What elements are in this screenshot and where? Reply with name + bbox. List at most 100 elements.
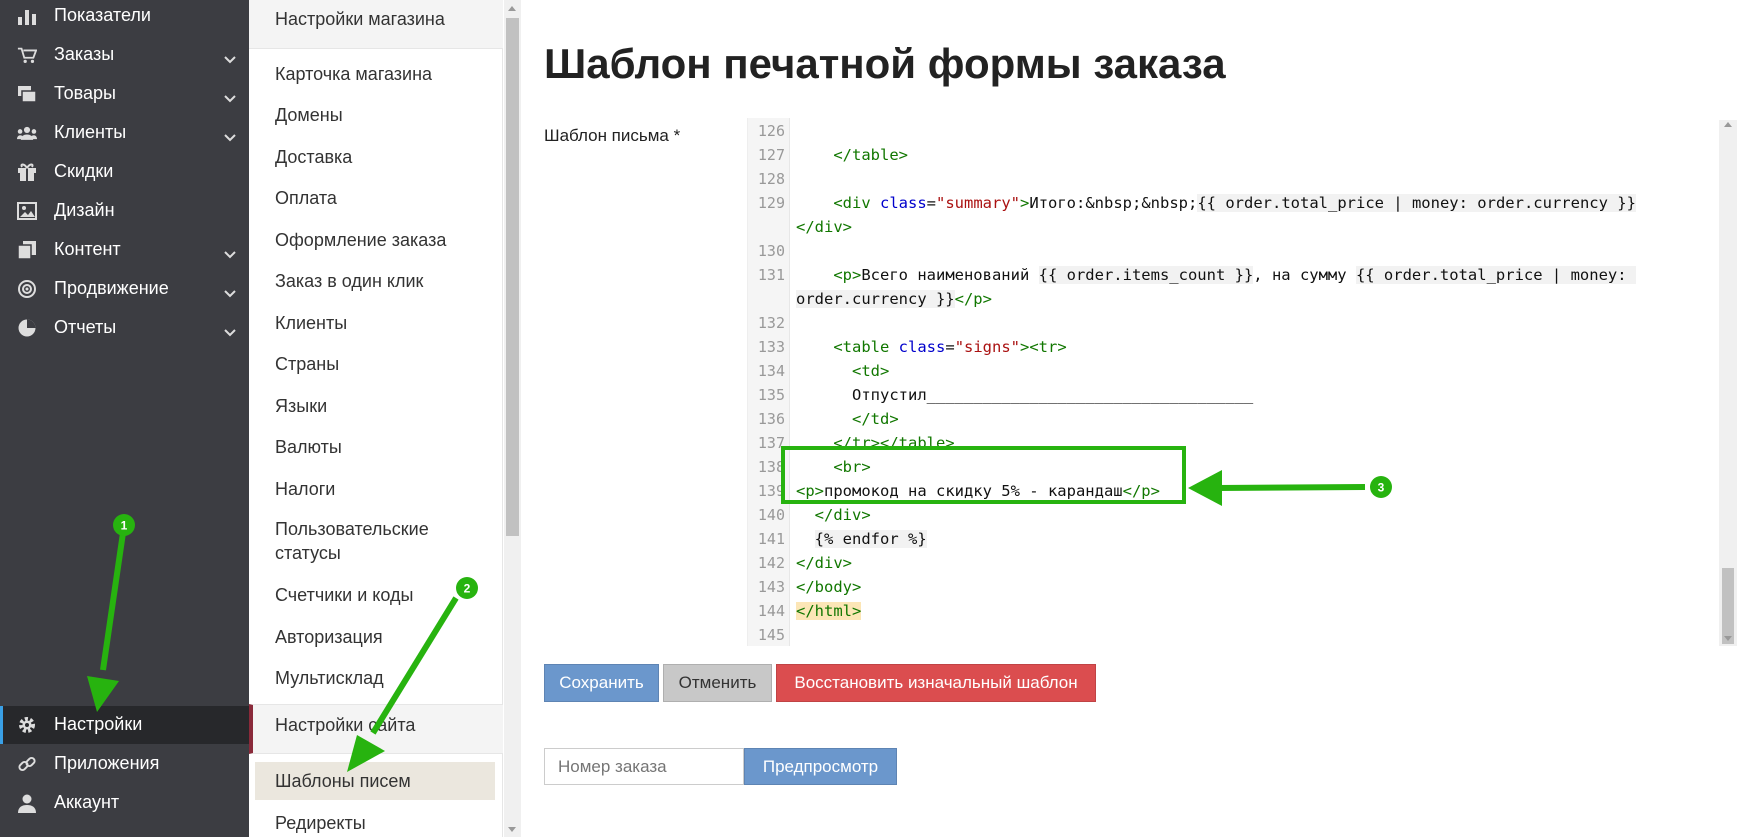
editor-scrollbar[interactable] <box>1719 120 1737 646</box>
submenu-scrollbar[interactable] <box>504 0 521 837</box>
line-number: 142 <box>757 554 785 572</box>
scroll-down-icon[interactable] <box>1724 636 1732 641</box>
submenu-item-taxes[interactable]: Налоги <box>275 477 475 501</box>
code-line[interactable]: </table> <box>796 146 908 164</box>
line-number: 141 <box>757 530 785 548</box>
line-number: 129 <box>757 194 785 212</box>
template-field-label: Шаблон письма * <box>544 126 681 145</box>
sidebar-item-reports[interactable]: Отчеты <box>0 310 249 346</box>
scroll-up-icon[interactable] <box>1724 122 1732 127</box>
restore-template-button[interactable]: Восстановить изначальный шаблон <box>776 664 1096 702</box>
submenu-item-checkout[interactable]: Оформление заказа <box>275 228 475 252</box>
sidebar-item-apps[interactable]: Приложения <box>0 746 249 782</box>
submenu-item-redirects[interactable]: Редиректы <box>275 811 475 835</box>
submenu-item-authorization[interactable]: Авторизация <box>275 625 475 649</box>
submenu-header-site: Настройки сайта <box>249 704 503 754</box>
page-title: Шаблон печатной формы заказа <box>544 40 1226 87</box>
cart-icon <box>17 45 37 65</box>
submenu-item-counters-codes[interactable]: Счетчики и коды <box>275 583 475 607</box>
submenu-item-custom-statuses[interactable]: Пользовательские статусы <box>275 517 445 565</box>
line-number: 133 <box>757 338 785 356</box>
sidebar-item-promotion[interactable]: Продвижение <box>0 271 249 307</box>
line-number: 134 <box>757 362 785 380</box>
line-number: 132 <box>757 314 785 332</box>
code-editor[interactable]: 126 127 </table> 128 129 <div class="summar… <box>747 118 1707 646</box>
users-icon <box>17 123 37 143</box>
target-icon <box>17 279 37 299</box>
copy-icon <box>17 240 37 260</box>
submenu-item-payment[interactable]: Оплата <box>275 186 475 210</box>
submenu-header-store: Настройки магазина <box>249 0 503 49</box>
sidebar: Показатели Заказы Товары Клиенты Скидки … <box>0 0 249 837</box>
sidebar-item-label: Дизайн <box>54 200 115 220</box>
gift-icon <box>17 162 37 182</box>
code-line[interactable]: </td> <box>796 410 899 428</box>
code-line[interactable]: <p>промокод на скидку 5% - карандаш</p> <box>796 482 1160 500</box>
layers-icon <box>17 84 37 104</box>
sidebar-item-label: Настройки <box>54 714 143 734</box>
line-number: 135 <box>757 386 785 404</box>
sidebar-item-design[interactable]: Дизайн <box>0 193 249 229</box>
sidebar-item-label: Приложения <box>54 753 160 773</box>
submenu-item-languages[interactable]: Языки <box>275 394 475 418</box>
image-icon <box>17 201 37 221</box>
submenu-scrollbar-thumb[interactable] <box>506 18 519 536</box>
sidebar-item-label: Контент <box>54 239 121 259</box>
code-line[interactable]: </tr></table> <box>796 434 954 452</box>
code-line[interactable]: </div> <box>796 506 871 524</box>
submenu-item-customers[interactable]: Клиенты <box>275 311 475 335</box>
main-content: Шаблон печатной формы заказа Шаблон пись… <box>522 0 1745 837</box>
line-number: 127 <box>757 146 785 164</box>
order-number-input[interactable] <box>544 748 744 785</box>
code-line[interactable]: </div> <box>796 554 852 572</box>
code-line[interactable]: <td> <box>796 362 889 380</box>
scroll-down-icon[interactable] <box>508 827 516 832</box>
cancel-button[interactable]: Отменить <box>663 664 772 702</box>
line-number: 139 <box>757 482 785 500</box>
preview-button[interactable]: Предпросмотр <box>744 748 897 785</box>
sidebar-item-label: Товары <box>54 83 116 103</box>
editor-scrollbar-thumb[interactable] <box>1722 568 1734 644</box>
code-line[interactable]: <div class="summary">Итого:&nbsp;&nbsp;{… <box>796 194 1636 212</box>
code-line[interactable]: <p>Всего наименований {{ order.items_cou… <box>796 266 1636 284</box>
submenu-item-one-click-order[interactable]: Заказ в один клик <box>275 269 475 293</box>
code-line[interactable]: {% endfor %} <box>796 530 927 548</box>
submenu-item-domains[interactable]: Домены <box>275 103 475 127</box>
code-line[interactable]: <table class="signs"><tr> <box>796 338 1066 356</box>
sidebar-item-orders[interactable]: Заказы <box>0 37 249 73</box>
sidebar-item-account[interactable]: Аккаунт <box>0 785 249 821</box>
submenu-item-email-templates[interactable]: Шаблоны писем <box>255 762 495 800</box>
submenu-item-currencies[interactable]: Валюты <box>275 435 475 459</box>
line-number: 140 <box>757 506 785 524</box>
sidebar-item-products[interactable]: Товары <box>0 76 249 112</box>
line-number: 143 <box>757 578 785 596</box>
sidebar-item-settings[interactable]: Настройки <box>0 706 249 744</box>
sidebar-item-customers[interactable]: Клиенты <box>0 115 249 151</box>
chevron-down-icon <box>224 282 236 303</box>
line-number: 128 <box>757 170 785 188</box>
submenu-item-countries[interactable]: Страны <box>275 352 475 376</box>
submenu-item-multi-warehouse[interactable]: Мультисклад <box>275 666 475 690</box>
code-line[interactable]: </html> <box>796 602 862 620</box>
scroll-up-icon[interactable] <box>508 6 516 11</box>
submenu-item-delivery[interactable]: Доставка <box>275 145 475 169</box>
sidebar-item-label: Продвижение <box>54 278 169 298</box>
sidebar-item-content[interactable]: Контент <box>0 232 249 268</box>
line-number: 131 <box>757 266 785 284</box>
code-line[interactable]: <br> <box>796 458 870 476</box>
sidebar-item-dashboard[interactable]: Показатели <box>0 0 249 34</box>
code-line[interactable]: </div> <box>796 218 852 236</box>
sidebar-item-discounts[interactable]: Скидки <box>0 154 249 190</box>
chevron-down-icon <box>224 126 236 147</box>
settings-submenu: Настройки магазина Карточка магазина Дом… <box>249 0 503 837</box>
chevron-down-icon <box>224 321 236 342</box>
bar-chart-icon <box>17 6 37 26</box>
app-root: Показатели Заказы Товары Клиенты Скидки … <box>0 0 1745 837</box>
code-line[interactable]: Отпустил________________________________… <box>796 386 1253 404</box>
save-button[interactable]: Сохранить <box>544 664 659 702</box>
submenu-item-store-card[interactable]: Карточка магазина <box>275 62 475 86</box>
code-line[interactable]: order.currency }}</p> <box>796 290 992 308</box>
sidebar-item-label: Аккаунт <box>54 792 120 812</box>
code-line[interactable]: </body> <box>796 578 861 596</box>
chevron-down-icon <box>224 48 236 69</box>
